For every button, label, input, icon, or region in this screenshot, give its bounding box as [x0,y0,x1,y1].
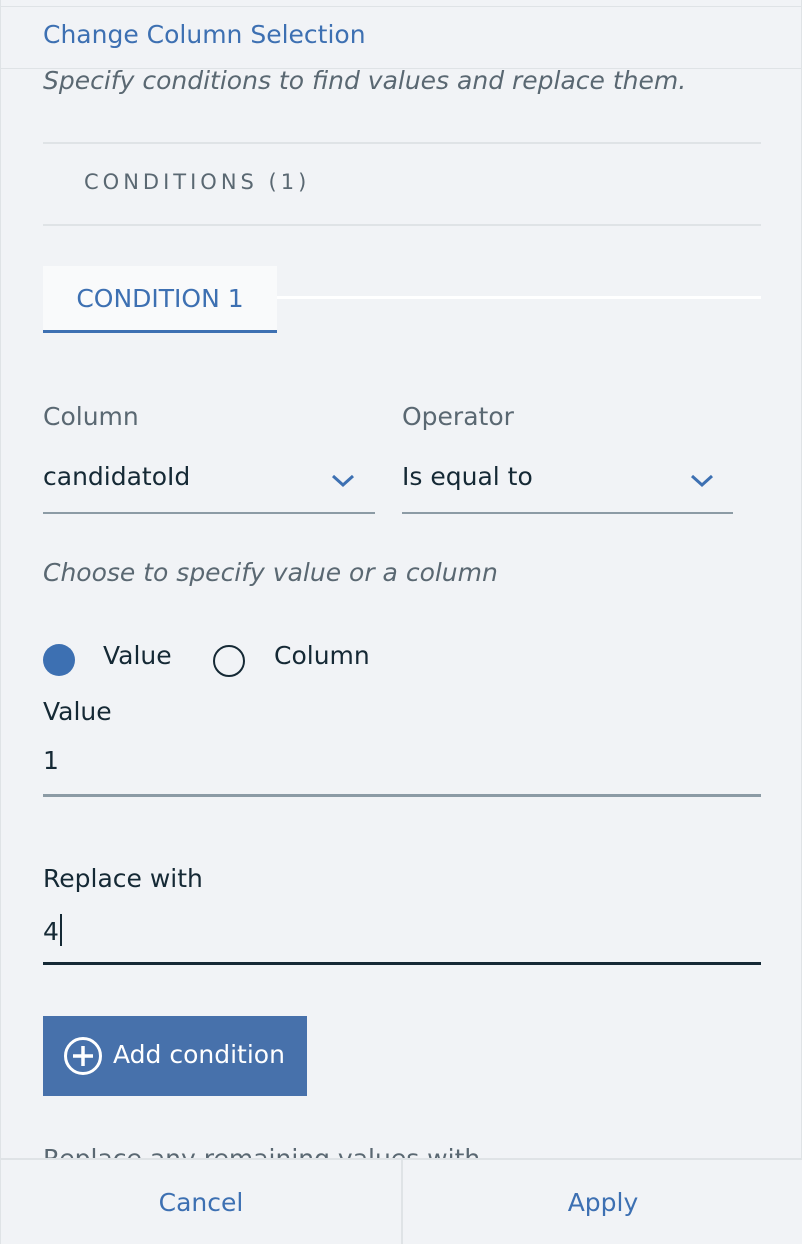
value-or-column-hint: Choose to specify value or a column [43,558,498,587]
radio-column[interactable] [213,645,245,677]
replace-values-panel: Change Column Selection Specify conditio… [0,0,802,1244]
value-input[interactable]: 1 [43,746,761,796]
panel-description: Specify conditions to find values and re… [43,66,687,95]
replace-with-input-underline [43,962,761,965]
chevron-down-icon [690,474,714,488]
value-label: Value [43,697,112,726]
top-divider [1,6,802,7]
footer: Cancel Apply [1,1158,802,1244]
operator-select[interactable]: Is equal to [402,462,733,514]
column-select-value: candidatoId [43,462,191,491]
add-condition-label: Add condition [113,1040,285,1069]
operator-select-value: Is equal to [402,462,533,491]
column-select[interactable]: candidatoId [43,462,375,514]
tab-condition-1[interactable]: CONDITION 1 [43,266,277,333]
replace-with-input-text: 4 [43,917,59,946]
radio-value[interactable] [43,644,75,676]
text-cursor [59,914,62,946]
plus-circle-icon [64,1037,102,1075]
conditions-top-divider [43,142,761,144]
value-input-text: 1 [43,746,59,775]
conditions-bottom-divider [43,224,761,226]
conditions-title: CONDITIONS (1) [84,170,311,194]
radio-column-label[interactable]: Column [274,641,370,670]
replace-with-label: Replace with [43,864,203,893]
operator-label: Operator [402,402,514,431]
radio-value-label[interactable]: Value [103,641,172,670]
column-label: Column [43,402,139,431]
replace-remaining-label: Replace any remaining values with [43,1140,480,1158]
cancel-button[interactable]: Cancel [1,1160,401,1244]
apply-button[interactable]: Apply [403,1160,802,1244]
replace-remaining-text: Replace any remaining values with [43,1144,480,1158]
tab-row-line [277,296,761,299]
chevron-down-icon [331,474,355,488]
change-column-selection-link[interactable]: Change Column Selection [43,20,366,49]
replace-with-input[interactable]: 4 [43,914,761,964]
value-input-underline [43,794,761,797]
add-condition-button[interactable]: Add condition [43,1016,307,1096]
